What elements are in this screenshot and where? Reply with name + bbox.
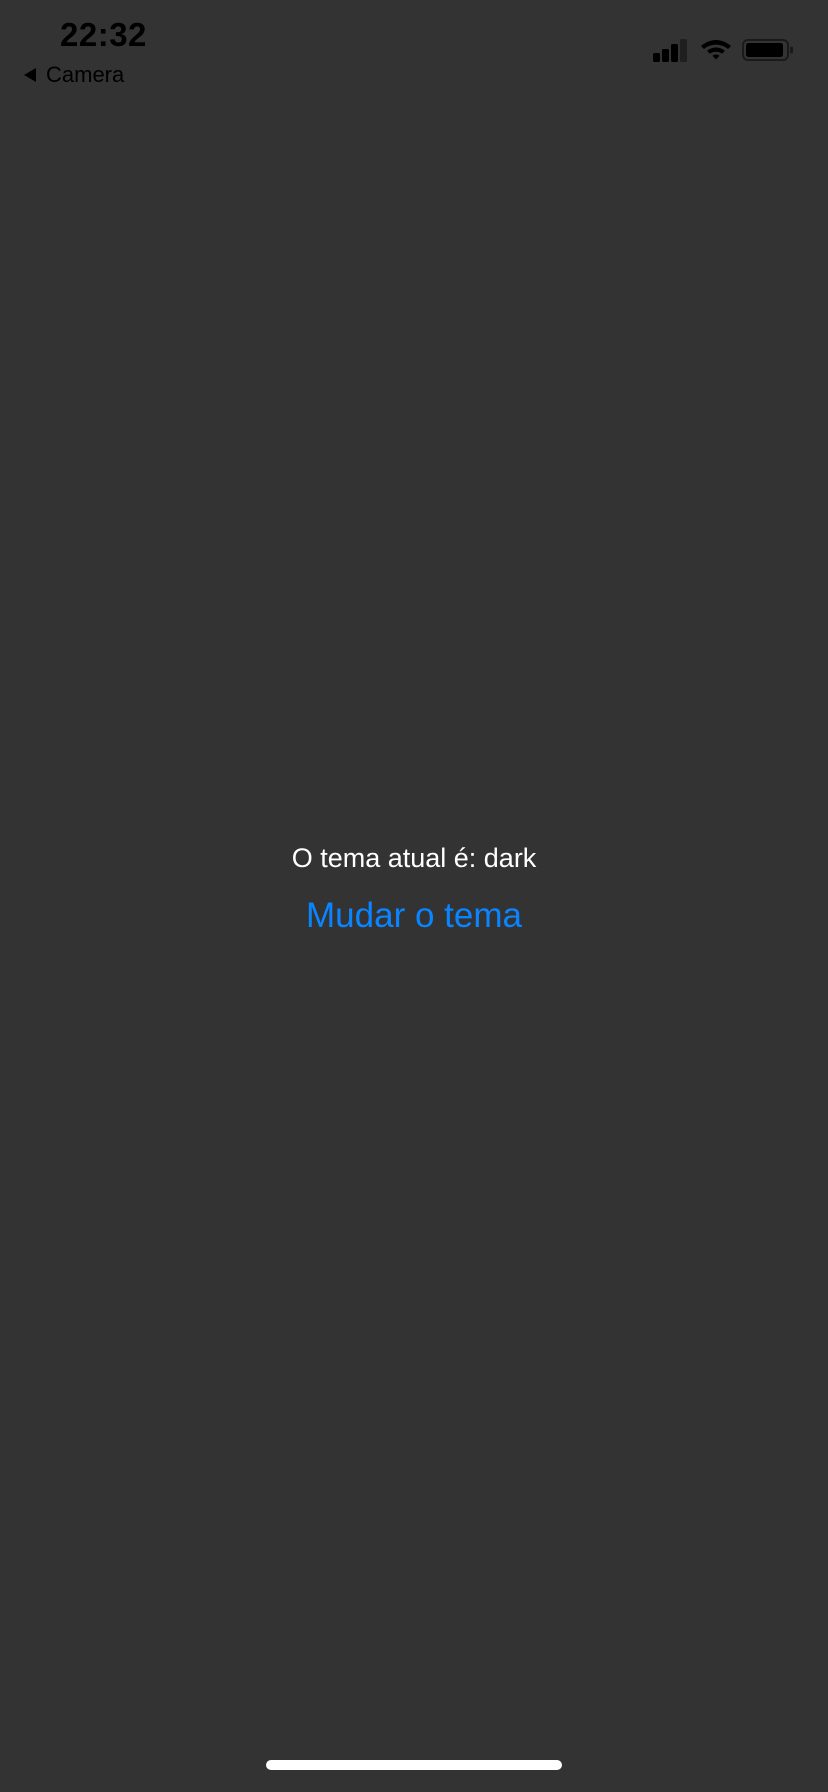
app-screen: 22:32 Camera O tema atual é: dark Mudar … (0, 0, 828, 1792)
status-bar: 22:32 Camera (0, 0, 828, 100)
battery-icon (742, 39, 793, 61)
back-arrow-icon (24, 68, 36, 82)
wifi-icon (701, 40, 731, 60)
back-link-label: Camera (46, 62, 125, 87)
status-time: 22:32 (60, 16, 147, 53)
theme-panel: O tema atual é: dark Mudar o tema (0, 838, 828, 940)
current-theme-text: O tema atual é: dark (291, 843, 537, 873)
change-theme-button[interactable]: Mudar o tema (300, 892, 528, 940)
back-to-camera-link[interactable]: Camera (24, 62, 124, 88)
signal-icon (653, 39, 687, 62)
home-indicator[interactable] (266, 1760, 562, 1770)
